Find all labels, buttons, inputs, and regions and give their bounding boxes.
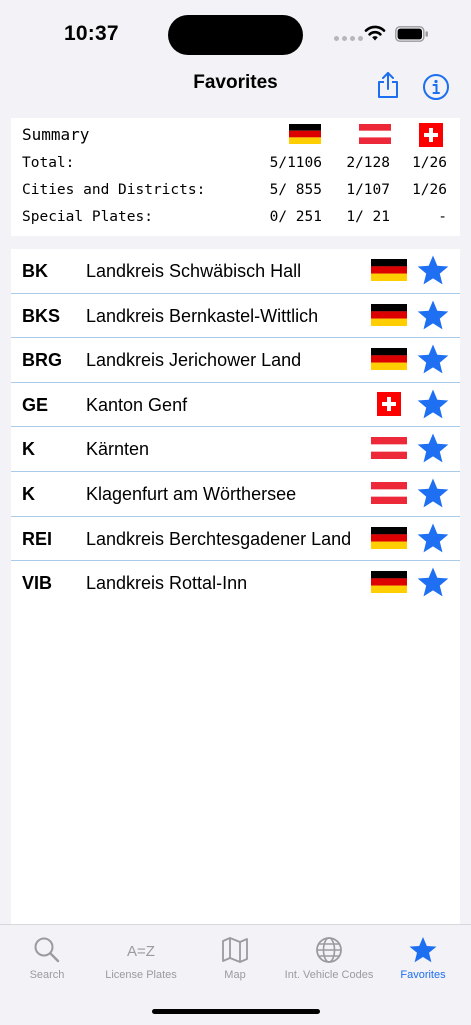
- dynamic-island: [168, 15, 303, 55]
- battery-icon: [395, 26, 428, 42]
- summary-label: Cities and Districts:: [22, 182, 206, 198]
- star-icon: [409, 937, 437, 963]
- summary-panel: Summary Total: 5/1106 2/128 1/26 Cities …: [11, 118, 460, 236]
- star-icon[interactable]: [416, 343, 450, 377]
- a-z-icon: A=Z: [127, 943, 155, 960]
- star-icon[interactable]: [416, 522, 450, 556]
- switzerland-flag-icon: [377, 391, 401, 421]
- globe-icon: [316, 937, 342, 963]
- map-icon: [222, 937, 248, 963]
- empty-list-area: [11, 598, 460, 924]
- list-item[interactable]: K Klagenfurt am Wörthersee: [11, 472, 460, 517]
- info-button[interactable]: [422, 72, 450, 102]
- summary-row-total: Total: 5/1106 2/128 1/26: [11, 155, 460, 175]
- star-icon[interactable]: [416, 477, 450, 511]
- list-item[interactable]: GE Kanton Genf: [11, 383, 460, 428]
- plate-code: K: [22, 483, 35, 504]
- tab-map[interactable]: Map: [188, 935, 282, 981]
- plate-code: BK: [22, 261, 48, 281]
- list-item[interactable]: REI Landkreis Berchtesgadener Land: [11, 517, 460, 562]
- tab-search[interactable]: Search: [0, 935, 94, 981]
- list-item[interactable]: BKS Landkreis Bernkastel-Wittlich: [11, 294, 460, 339]
- share-button[interactable]: [374, 70, 402, 100]
- region-name: Landkreis Bernkastel-Wittlich: [86, 305, 319, 326]
- star-icon[interactable]: [416, 566, 450, 600]
- summary-value-switzerland: 1/26: [412, 182, 447, 198]
- austria-flag-icon: [359, 124, 391, 144]
- summary-label: Special Plates:: [22, 209, 153, 225]
- region-name: Landkreis Schwäbisch Hall: [86, 261, 302, 281]
- svg-text:A=Z: A=Z: [127, 943, 155, 960]
- germany-flag-icon: [289, 124, 321, 144]
- wifi-icon: [364, 25, 386, 41]
- summary-value-switzerland: 1/26: [412, 155, 447, 171]
- germany-flag-icon: [371, 303, 407, 331]
- germany-flag-icon: [371, 348, 407, 375]
- region-name: Landkreis Rottal-Inn: [86, 573, 248, 594]
- list-item[interactable]: BRG Landkreis Jerichower Land: [11, 338, 460, 383]
- region-name: Landkreis Jerichower Land: [86, 350, 302, 371]
- region-name: Landkreis Berchtesgadener Land: [86, 528, 352, 549]
- tab-label: Int. Vehicle Codes: [284, 969, 374, 981]
- region-name: Klagenfurt am Wörthersee: [86, 483, 297, 504]
- tab-favorites[interactable]: Favorites: [376, 935, 470, 981]
- summary-label: Total:: [22, 155, 75, 171]
- star-icon[interactable]: [416, 388, 450, 422]
- list-item[interactable]: BK Landkreis Schwäbisch Hall: [11, 249, 460, 294]
- search-icon: [34, 937, 60, 963]
- status-time: 10:37: [64, 22, 119, 45]
- plate-code: REI: [22, 528, 53, 549]
- tab-label: Search: [29, 969, 65, 981]
- status-bar: 10:37: [0, 0, 471, 70]
- star-icon[interactable]: [416, 254, 450, 288]
- germany-flag-icon: [371, 571, 407, 598]
- plate-code: K: [22, 439, 35, 460]
- plate-code: BRG: [22, 350, 62, 371]
- germany-flag-icon: [371, 259, 407, 286]
- tab-int-vehicle-codes[interactable]: Int. Vehicle Codes: [282, 935, 376, 981]
- plate-code: BKS: [22, 305, 61, 326]
- switzerland-flag-icon: [419, 123, 443, 147]
- tab-label: License Plates: [105, 969, 177, 981]
- star-icon[interactable]: [416, 432, 450, 466]
- tab-label: Map: [224, 969, 246, 981]
- austria-flag-icon: [371, 437, 407, 464]
- region-name: Kanton Genf: [86, 394, 188, 415]
- plate-code: GE: [22, 394, 49, 415]
- list-item[interactable]: K Kärnten: [11, 427, 460, 472]
- region-name: Kärnten: [86, 439, 150, 460]
- star-icon[interactable]: [416, 299, 450, 333]
- austria-flag-icon: [371, 481, 407, 509]
- summary-row-special: Special Plates: 0/ 251 1/ 21 -: [11, 209, 460, 229]
- summary-title: Summary: [22, 125, 90, 144]
- favorites-list: BK Landkreis Schwäbisch Hall BKS Landkreis …: [11, 249, 460, 606]
- tab-label: Favorites: [400, 969, 446, 981]
- summary-row-cities: Cities and Districts: 5/ 855 1/107 1/26: [11, 182, 460, 202]
- home-indicator: [152, 1009, 320, 1014]
- plate-code: VIB: [22, 573, 53, 594]
- summary-value-switzerland: -: [438, 209, 447, 225]
- cellular-signal-icon: [334, 36, 363, 41]
- tab-license-plates[interactable]: A=Z License Plates: [94, 935, 188, 981]
- germany-flag-icon: [371, 526, 407, 554]
